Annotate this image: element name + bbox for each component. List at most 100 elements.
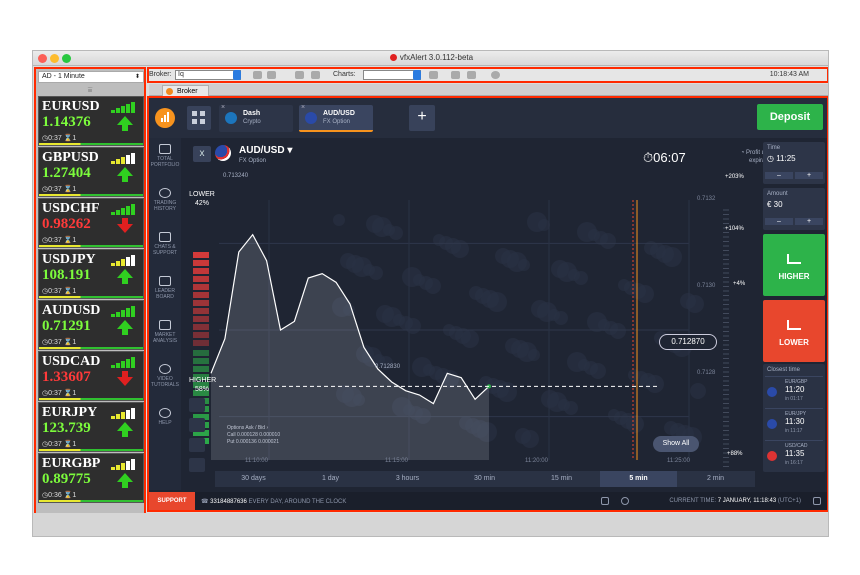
ticker-price: 1.27404	[42, 165, 91, 181]
map-dot	[433, 234, 445, 246]
period-30-min[interactable]: 30 min	[446, 471, 523, 487]
higher-sentiment: HIGHER 58%	[189, 377, 217, 393]
period-15-min[interactable]: 15 min	[523, 471, 600, 487]
signal-bar	[131, 102, 135, 113]
progress-strip	[39, 143, 143, 145]
arrow-up-icon	[117, 320, 133, 335]
tab-broker[interactable]: Broker	[162, 85, 209, 96]
period-2-min[interactable]: 2 min	[677, 471, 754, 487]
asset-name: AUD/USD	[323, 110, 355, 117]
time-plus-button[interactable]: +	[795, 172, 823, 179]
settings-icon[interactable]	[267, 71, 276, 79]
period-1-day[interactable]: 1 day	[292, 471, 369, 487]
ticker-eurgbp[interactable]: EURGBP 0.89775 ◷0:36 ⌛1	[38, 453, 144, 503]
show-all-button[interactable]: Show All	[653, 436, 699, 452]
gear-icon[interactable]	[621, 497, 629, 505]
amount-plus-button[interactable]: +	[795, 218, 823, 225]
time-minus-button[interactable]: –	[765, 172, 793, 179]
higher-button[interactable]: HIGHER	[763, 234, 825, 296]
layout-rows-icon[interactable]	[467, 71, 476, 79]
sentiment-bar-lower	[193, 308, 209, 314]
ticker-audusd[interactable]: AUDUSD 0.71291 ◷0:37 ⌛1	[38, 300, 144, 350]
add-asset-button[interactable]: +	[409, 105, 435, 131]
charts-select[interactable]	[363, 70, 421, 80]
grid-icon[interactable]	[187, 106, 211, 130]
wave-icon[interactable]	[189, 458, 205, 472]
sentiment-bar-lower	[193, 332, 209, 338]
ticker-symbol: EURGBP	[42, 456, 101, 471]
signal-bar	[111, 314, 115, 317]
sentiment-bar-lower	[193, 284, 209, 290]
signal-bar	[111, 110, 115, 113]
ticker-eurjpy[interactable]: EURJPY 123.739 ◷0:37 ⌛1	[38, 402, 144, 452]
broker-select[interactable]: Iq	[175, 70, 241, 80]
sentiment-bar-lower	[193, 260, 209, 266]
ticker-eurusd[interactable]: EURUSD 1.14376 ◷0:37 ⌛1	[38, 96, 144, 146]
payout-percent: +203%	[725, 174, 744, 180]
trend-icon[interactable]	[189, 438, 205, 452]
period-bar: 30 days 1 day 3 hours 30 min 15 min 5 min 2 mi…	[215, 471, 755, 487]
broker-view: × Dash Crypto × AUD/USD FX Option + Depo…	[147, 96, 828, 512]
asset-tab-audusd[interactable]: × AUD/USD FX Option	[299, 104, 373, 132]
nav-item-chatssupport[interactable]: CHATS & SUPPORT	[149, 232, 181, 256]
signal-bar	[121, 106, 125, 113]
ticker-gbpusd[interactable]: GBPUSD 1.27404 ◷0:37 ⌛1	[38, 147, 144, 197]
period-3-hours[interactable]: 3 hours	[369, 471, 446, 487]
indicators-icon[interactable]	[189, 398, 205, 412]
nav-item-leaderboard[interactable]: LEADER BOARD	[149, 276, 181, 300]
asset-tab-dash[interactable]: × Dash Crypto	[219, 104, 293, 132]
broker-label: Broker:	[149, 71, 172, 78]
timeframe-select[interactable]: AD - 1 Minute ⬍	[38, 71, 144, 83]
ticker-usdjpy[interactable]: USDJPY 108.191 ◷0:37 ⌛1	[38, 249, 144, 299]
deposit-button[interactable]: Deposit	[757, 104, 823, 130]
amount-box[interactable]: Amount € 30 – +	[763, 188, 825, 230]
sentiment-bar-lower	[193, 292, 209, 298]
period-30-days[interactable]: 30 days	[215, 471, 292, 487]
time-box[interactable]: Time ◷ 11:25 – +	[763, 142, 825, 184]
support-button[interactable]: SUPPORT	[149, 492, 195, 510]
close-icon[interactable]: ×	[301, 104, 305, 111]
ticker-list: EURUSD 1.14376 ◷0:37 ⌛1 GBPUSD 1.27404 ◷0:37 …	[38, 96, 144, 504]
asset-type: FX Option	[323, 119, 351, 125]
map-dot	[628, 369, 640, 381]
nav-item-marketanalysis[interactable]: MARKET ANALYSIS	[149, 320, 181, 344]
nav-item-help[interactable]: HELP	[149, 408, 181, 426]
signal-bar	[111, 416, 115, 419]
layout-columns-icon[interactable]	[451, 71, 460, 79]
pair-select[interactable]: AUD/USD ▾	[239, 145, 292, 156]
gear-icon[interactable]	[253, 71, 262, 79]
filter-icon[interactable]: ⩸	[36, 85, 144, 95]
broker-logo-icon[interactable]	[155, 108, 175, 128]
arrow-up-icon	[117, 473, 133, 488]
progress-strip	[39, 296, 143, 298]
nav-item-tradinghistory[interactable]: TRADING HISTORY	[149, 188, 181, 212]
nav-item-videotutorials[interactable]: VIDEO TUTORIALS	[149, 364, 181, 388]
ticker-usdchf[interactable]: USDCHF 0.98262 ◷0:37 ⌛1	[38, 198, 144, 248]
closest-time-item[interactable]: USD/CAD 11:35 in 16:17	[765, 440, 823, 470]
close-chart-button[interactable]: x	[193, 146, 211, 162]
ticker-price: 0.98262	[42, 216, 91, 232]
close-icon[interactable]: ×	[221, 104, 225, 111]
closest-time-item[interactable]: EUR/JPY 11:30 in 11:17	[765, 408, 823, 438]
fullscreen-icon[interactable]	[813, 497, 821, 505]
amount-minus-button[interactable]: –	[765, 218, 793, 225]
signal-bar	[116, 465, 120, 470]
ticker-usdcad[interactable]: USDCAD 1.33607 ◷0:37 ⌛1	[38, 351, 144, 401]
flag-icon	[767, 387, 777, 397]
map-dot	[527, 212, 547, 232]
info-icon[interactable]	[491, 71, 500, 79]
ticker-price: 1.14376	[42, 114, 91, 130]
nav-icon	[159, 408, 171, 418]
chart-icon[interactable]	[429, 71, 438, 79]
line-icon[interactable]	[189, 418, 205, 432]
nav-item-totalportfolio[interactable]: TOTAL PORTFOLIO	[149, 144, 181, 168]
closest-time-item[interactable]: EUR/GBP 11:20 in 01:17	[765, 376, 823, 406]
period-5-min[interactable]: 5 min	[600, 471, 677, 487]
price-chart	[189, 140, 745, 470]
lower-button[interactable]: LOWER	[763, 300, 825, 362]
sort-icon[interactable]	[295, 71, 304, 79]
sound-icon[interactable]	[601, 497, 609, 505]
calendar-icon[interactable]	[311, 71, 320, 79]
signal-bar	[111, 365, 115, 368]
signal-strength-icon	[111, 407, 139, 419]
